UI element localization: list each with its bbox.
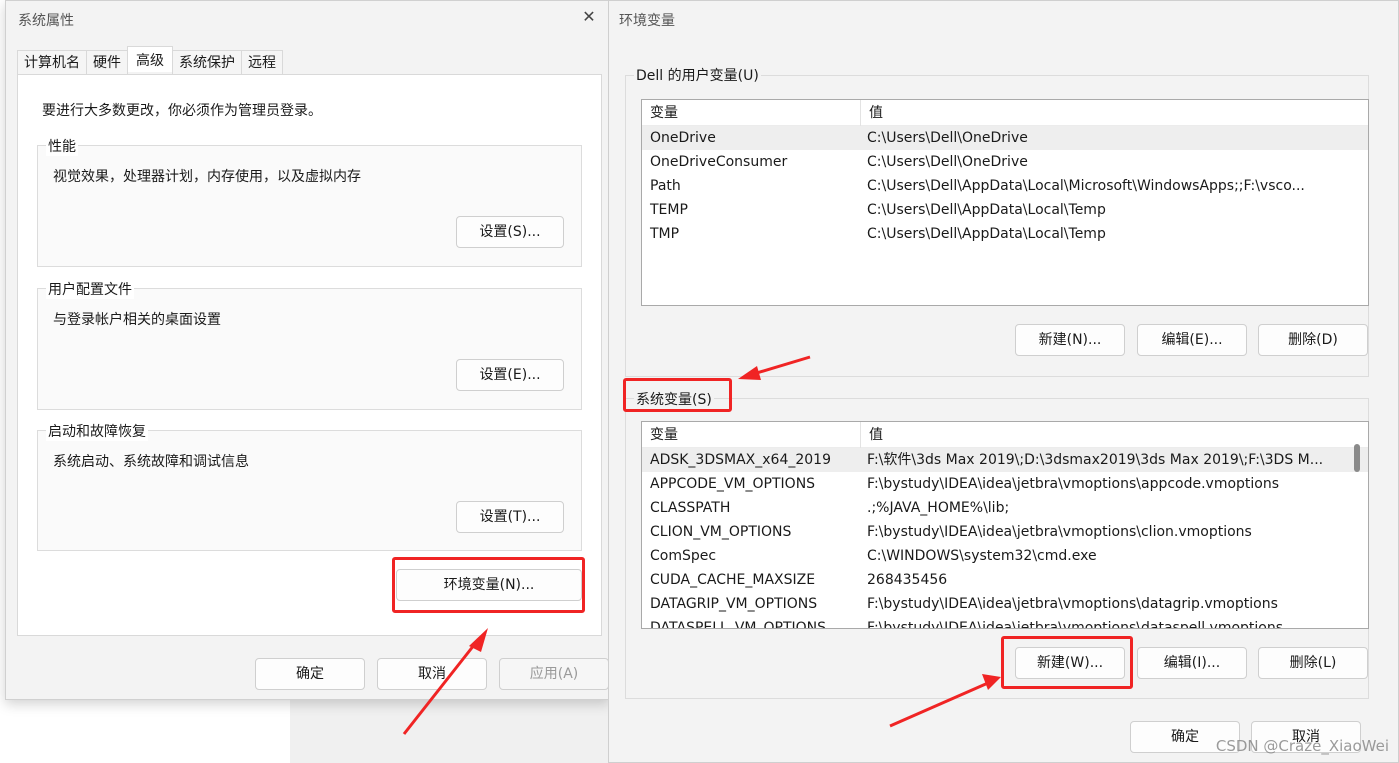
user-new-button[interactable]: 新建(N)... xyxy=(1015,324,1125,356)
variable-value: C:\Users\Dell\OneDrive xyxy=(867,154,1028,170)
table-row[interactable]: DATAGRIP_VM_OPTIONS F:\bystudy\IDEA\idea\… xyxy=(642,592,1368,616)
variable-name: CUDA_CACHE_MAXSIZE xyxy=(650,572,816,588)
startup-recovery-title: 启动和故障恢复 xyxy=(46,421,148,441)
window-title: 系统属性 xyxy=(18,13,74,29)
variable-name: ComSpec xyxy=(650,548,717,564)
variable-value: F:\软件\3ds Max 2019\;D:\3dsmax2019\3ds Ma… xyxy=(867,452,1324,468)
variable-value: C:\Users\Dell\AppData\Local\Microsoft\Wi… xyxy=(867,178,1305,194)
table-row[interactable]: DATASPELL_VM_OPTIONS F:\bystudy\IDEA\idea… xyxy=(642,616,1368,629)
table-row[interactable]: ADSK_3DSMAX_x64_2019 F:\软件\3ds Max 2019\;… xyxy=(642,448,1368,472)
performance-settings-button[interactable]: 设置(S)... xyxy=(456,216,564,248)
variable-value: F:\bystudy\IDEA\idea\jetbra\vmoptions\cl… xyxy=(867,524,1252,540)
table-row[interactable]: TEMP C:\Users\Dell\AppData\Local\Temp xyxy=(642,198,1368,222)
variable-value: C:\Users\Dell\AppData\Local\Temp xyxy=(867,226,1106,242)
desktop-background-gray xyxy=(290,700,610,763)
table-header: 变量 值 xyxy=(642,422,1368,448)
tab-remote[interactable]: 远程 xyxy=(241,50,283,74)
variable-value: C:\Users\Dell\AppData\Local\Temp xyxy=(867,202,1106,218)
admin-note: 要进行大多数更改，你必须作为管理员登录。 xyxy=(42,103,322,119)
user-profiles-settings-button[interactable]: 设置(E)... xyxy=(456,359,564,391)
variable-value: 268435456 xyxy=(867,572,948,588)
variable-value: C:\WINDOWS\system32\cmd.exe xyxy=(867,548,1097,564)
user-variables-title: Dell 的用户变量(U) xyxy=(634,65,761,85)
column-variable[interactable]: 变量 xyxy=(642,422,678,448)
variable-name: CLASSPATH xyxy=(650,500,731,516)
table-row[interactable]: CUDA_CACHE_MAXSIZE 268435456 xyxy=(642,568,1368,592)
table-row[interactable]: Path C:\Users\Dell\AppData\Local\Microsof… xyxy=(642,174,1368,198)
startup-recovery-group: 启动和故障恢复 系统启动、系统故障和调试信息 设置(T)... xyxy=(37,421,582,551)
variable-name: APPCODE_VM_OPTIONS xyxy=(650,476,816,492)
table-row[interactable]: ComSpec C:\WINDOWS\system32\cmd.exe xyxy=(642,544,1368,568)
column-variable[interactable]: 变量 xyxy=(642,100,678,126)
tab-system-protection[interactable]: 系统保护 xyxy=(172,50,242,74)
tab-strip: 计算机名 硬件 高级 系统保护 远程 xyxy=(17,46,283,74)
performance-group: 性能 视觉效果，处理器计划，内存使用，以及虚拟内存 设置(S)... xyxy=(37,136,582,267)
table-row[interactable]: TMP C:\Users\Dell\AppData\Local\Temp xyxy=(642,222,1368,246)
variable-name: DATASPELL_VM_OPTIONS xyxy=(650,620,827,629)
window-title: 环境变量 xyxy=(619,13,675,29)
close-icon[interactable]: ✕ xyxy=(579,7,599,27)
user-profiles-title: 用户配置文件 xyxy=(46,279,134,299)
table-row[interactable]: CLION_VM_OPTIONS F:\bystudy\IDEA\idea\jet… xyxy=(642,520,1368,544)
variable-name: TEMP xyxy=(650,202,688,218)
table-row[interactable]: APPCODE_VM_OPTIONS F:\bystudy\IDEA\idea\j… xyxy=(642,472,1368,496)
table-row[interactable]: OneDriveConsumer C:\Users\Dell\OneDrive xyxy=(642,150,1368,174)
startup-recovery-settings-button[interactable]: 设置(T)... xyxy=(456,501,564,533)
variable-name: OneDrive xyxy=(650,130,716,146)
variable-name: Path xyxy=(650,178,681,194)
highlight-box-new-button xyxy=(1001,636,1133,689)
user-profiles-group: 用户配置文件 与登录帐户相关的桌面设置 设置(E)... xyxy=(37,279,582,410)
highlight-box-system-vars xyxy=(623,378,732,412)
user-edit-button[interactable]: 编辑(E)... xyxy=(1137,324,1247,356)
variable-name: TMP xyxy=(650,226,680,242)
user-variables-group: Dell 的用户变量(U) 变量 值 OneDrive C:\Users\Dell… xyxy=(625,65,1369,377)
user-profiles-desc: 与登录帐户相关的桌面设置 xyxy=(53,312,221,328)
table-row[interactable]: OneDrive C:\Users\Dell\OneDrive xyxy=(642,126,1368,150)
table-row[interactable]: CLASSPATH .;%JAVA_HOME%\lib; xyxy=(642,496,1368,520)
column-value[interactable]: 值 xyxy=(860,100,883,126)
apply-button[interactable]: 应用(A) xyxy=(499,658,609,690)
performance-desc: 视觉效果，处理器计划，内存使用，以及虚拟内存 xyxy=(53,169,361,185)
system-edit-button[interactable]: 编辑(I)... xyxy=(1137,647,1247,679)
system-variables-group: 系统变量(S) 变量 值 ADSK_3DSMAX_x64_2019 F:\软件\3… xyxy=(625,389,1369,699)
variable-value: F:\bystudy\IDEA\idea\jetbra\vmoptions\da… xyxy=(867,620,1284,629)
performance-title: 性能 xyxy=(46,136,78,156)
startup-recovery-desc: 系统启动、系统故障和调试信息 xyxy=(53,454,249,470)
tab-computer-name[interactable]: 计算机名 xyxy=(17,50,87,74)
cancel-button[interactable]: 取消 xyxy=(377,658,487,690)
variable-value: .;%JAVA_HOME%\lib; xyxy=(867,500,1010,516)
variable-value: F:\bystudy\IDEA\idea\jetbra\vmoptions\ap… xyxy=(867,476,1280,492)
desktop-background xyxy=(0,700,290,763)
variable-name: ADSK_3DSMAX_x64_2019 xyxy=(650,452,831,468)
highlight-box-env-button xyxy=(392,557,585,613)
ok-button[interactable]: 确定 xyxy=(255,658,365,690)
user-variables-table: 变量 值 OneDrive C:\Users\Dell\OneDrive OneD… xyxy=(641,99,1369,306)
variable-value: F:\bystudy\IDEA\idea\jetbra\vmoptions\da… xyxy=(867,596,1278,612)
vertical-scrollbar[interactable] xyxy=(1354,444,1360,472)
variable-value: C:\Users\Dell\OneDrive xyxy=(867,130,1028,146)
variable-name: CLION_VM_OPTIONS xyxy=(650,524,792,540)
system-delete-button[interactable]: 删除(L) xyxy=(1258,647,1368,679)
table-header: 变量 值 xyxy=(642,100,1368,126)
tab-advanced[interactable]: 高级 xyxy=(127,46,173,72)
watermark: CSDN @Craze_XiaoWei xyxy=(1215,737,1389,755)
advanced-panel: 要进行大多数更改，你必须作为管理员登录。 性能 视觉效果，处理器计划，内存使用，… xyxy=(17,74,602,636)
column-value[interactable]: 值 xyxy=(860,422,883,448)
system-variables-table: 变量 值 ADSK_3DSMAX_x64_2019 F:\软件\3ds Max 2… xyxy=(641,421,1369,629)
variable-name: DATAGRIP_VM_OPTIONS xyxy=(650,596,818,612)
user-delete-button[interactable]: 删除(D) xyxy=(1258,324,1368,356)
tab-hardware[interactable]: 硬件 xyxy=(86,50,128,74)
variable-name: OneDriveConsumer xyxy=(650,154,788,170)
